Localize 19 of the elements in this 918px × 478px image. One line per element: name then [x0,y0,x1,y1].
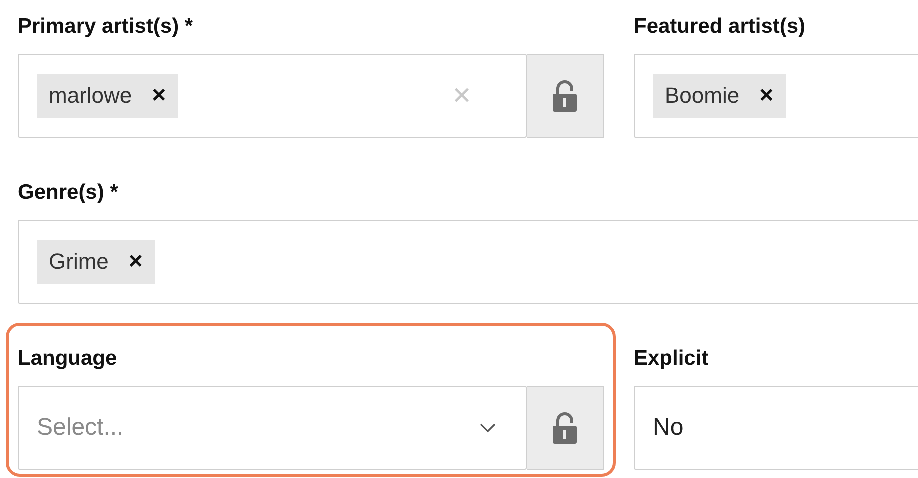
select-field[interactable]: No [634,386,918,470]
lock-button[interactable] [527,54,604,138]
lock-button[interactable] [527,386,604,470]
tag-input[interactable]: Boomie × [634,54,918,138]
select-placeholder: Select... [37,414,124,442]
tag-input[interactable]: Grime × [18,220,918,304]
field-label: Featured artist(s) [634,14,807,40]
remove-tag-button[interactable]: × [128,250,143,274]
field-label: Language [18,346,118,372]
tag-label: Boomie [665,83,740,109]
tag-label: marlowe [49,83,132,109]
chevron-down-icon [480,423,496,433]
field-label: Genre(s) * [18,180,120,206]
tag-label: Grime [49,249,109,275]
remove-tag-button[interactable]: × [152,84,166,108]
tag-input[interactable]: marlowe × ✕ [18,54,527,138]
field-label: Primary artist(s) * [18,14,194,40]
remove-tag-button[interactable]: × [760,84,774,108]
field-label: Explicit [634,346,710,372]
